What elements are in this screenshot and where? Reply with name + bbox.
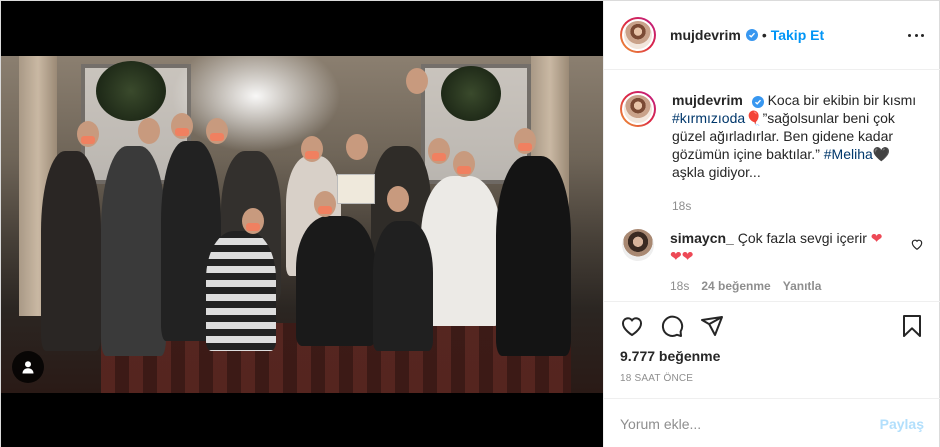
likes-count[interactable]: 9.777 beğenme [620, 348, 720, 364]
post-comment-button[interactable]: Paylaş [880, 416, 924, 432]
balloon-emoji: 🎈 [745, 110, 763, 126]
media-panel [1, 1, 603, 447]
post-header: mujdevrim • Takip Et [604, 1, 940, 70]
comment-input[interactable] [620, 415, 880, 432]
caption-text-1: Koca bir ekibin bir kısmı [767, 92, 917, 108]
post-photo[interactable] [1, 56, 603, 393]
post-age[interactable]: 18 SAAT ÖNCE [620, 373, 693, 384]
verified-badge-icon [751, 96, 764, 108]
comment-item: simaycn_ Çok fazla sevgi içerir ❤ ❤❤ 18s… [620, 229, 924, 295]
author-avatar[interactable] [620, 17, 656, 53]
comment-like-icon[interactable] [910, 237, 924, 251]
verified-badge-icon [745, 29, 758, 41]
black-heart-emoji: 🖤 [872, 146, 891, 162]
reply-button[interactable]: Yanıtla [783, 277, 822, 295]
action-bar [604, 301, 940, 351]
add-comment-bar: Paylaş [604, 398, 940, 447]
comment-meta: 18s 24 beğenme Yanıtla [670, 277, 900, 295]
hashtag-kirmizioda[interactable]: #kırmızıoda [672, 110, 745, 126]
caption-username[interactable]: mujdevrim [672, 92, 743, 108]
comment-body: simaycn_ Çok fazla sevgi içerir ❤ ❤❤ 18s… [670, 229, 900, 295]
user-tag-button[interactable] [12, 351, 44, 383]
user-tag-icon [22, 361, 34, 374]
commenter-username[interactable]: simaycn_ [670, 230, 734, 246]
commenter-avatar[interactable] [622, 229, 654, 261]
comment-text: Çok fazla sevgi içerir [737, 230, 867, 246]
comment-timestamp[interactable]: 18s [670, 277, 689, 295]
caption-avatar[interactable] [620, 91, 656, 127]
comment-bubble-icon[interactable] [660, 314, 684, 338]
follow-button[interactable]: Takip Et [771, 27, 824, 43]
post-modal: mujdevrim • Takip Et mujdevrim Koca bir … [0, 0, 940, 447]
more-options-icon[interactable] [908, 25, 924, 45]
comment-likes[interactable]: 24 beğenme [701, 277, 770, 295]
caption-text-3: aşkla gidiyor... [672, 164, 761, 180]
separator-dot: • [761, 27, 767, 43]
bookmark-icon[interactable] [900, 314, 924, 338]
caption-timestamp[interactable]: 18s [672, 197, 922, 215]
clapperboard-sign [337, 174, 375, 204]
paper-plane-icon[interactable] [700, 314, 724, 338]
post-sidebar: mujdevrim • Takip Et mujdevrim Koca bir … [603, 1, 940, 447]
caption-body: mujdevrim Koca bir ekibin bir kısmı #kır… [672, 91, 922, 215]
hashtag-meliha[interactable]: #Meliha [824, 146, 873, 162]
red-hearts-emoji: ❤❤ [670, 248, 694, 264]
author-username[interactable]: mujdevrim [670, 27, 741, 43]
red-heart-emoji: ❤ [870, 230, 883, 246]
heart-outline-icon[interactable] [620, 314, 644, 338]
caption: mujdevrim Koca bir ekibin bir kısmı #kır… [620, 91, 924, 215]
comments-list[interactable]: mujdevrim Koca bir ekibin bir kısmı #kır… [604, 71, 940, 301]
